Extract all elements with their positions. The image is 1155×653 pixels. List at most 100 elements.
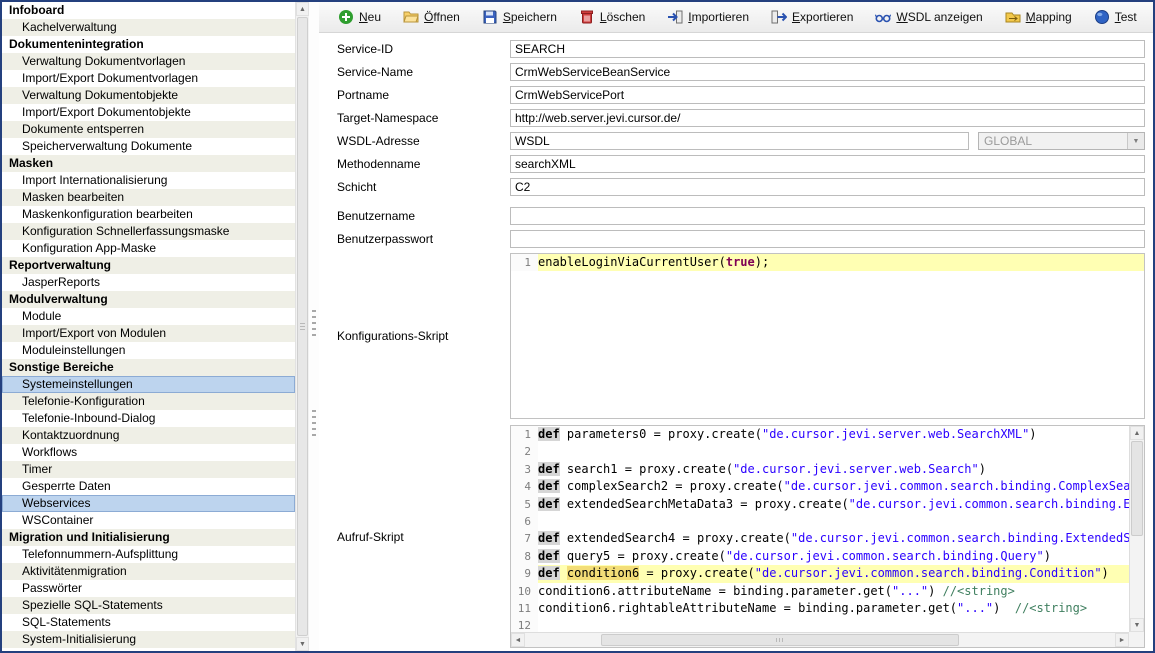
sidebar-item-telefonnummern-aufsplittung[interactable]: Telefonnummern-Aufsplittung [2,546,295,563]
splitter-handle-icon [312,310,316,336]
sidebar-item-import-export-dokumentobjekte[interactable]: Import/Export Dokumentobjekte [2,104,295,121]
line-number: 1 [511,254,538,271]
line-number: 3 [511,461,538,478]
scroll-left-icon[interactable]: ◄ [511,633,525,647]
line-number: 2 [511,443,538,460]
scroll-up-icon[interactable]: ▲ [1130,426,1144,440]
scroll-down-icon[interactable]: ▼ [296,637,309,651]
sidebar-item-passwoerter[interactable]: Passwörter [2,580,295,597]
field-label-wsdl-adresse: WSDL-Adresse [337,132,510,150]
scroll-up-icon[interactable]: ▲ [296,2,309,16]
scrollbar-track[interactable] [296,16,309,637]
code-line: 1enableLoginViaCurrentUser(true); [511,254,1144,271]
sidebar-item-telefonie-konfiguration[interactable]: Telefonie-Konfiguration [2,393,295,410]
sidebar-item-timer[interactable]: Timer [2,461,295,478]
sidebar-item-modulverwaltung[interactable]: Modulverwaltung [2,291,295,308]
code-line: 11condition6.rightableAttributeName = bi… [511,600,1129,617]
sidebar-item-konfiguration-schnellerfassungsmaske[interactable]: Konfiguration Schnellerfassungsmaske [2,223,295,240]
sidebar-item-aktivitaetenmigration[interactable]: Aktivitätenmigration [2,563,295,580]
import-icon [667,9,683,25]
sidebar-item-dokumentenintegration[interactable]: Dokumentenintegration [2,36,295,53]
neu-button[interactable]: Neu [329,6,390,28]
new-icon [338,9,354,25]
sidebar-item-konfiguration-app-maske[interactable]: Konfiguration App-Maske [2,240,295,257]
sidebar-item-verwaltung-dokumentobjekte[interactable]: Verwaltung Dokumentobjekte [2,87,295,104]
code-text: def parameters0 = proxy.create("de.curso… [538,426,1129,443]
sidebar-item-masken-bearbeiten[interactable]: Masken bearbeiten [2,189,295,206]
sidebar-item-spezielle-sql-statements[interactable]: Spezielle SQL-Statements [2,597,295,614]
oeffnen-button[interactable]: Öffnen [394,6,469,28]
sidebar-item-telefonie-inbound-dialog[interactable]: Telefonie-Inbound-Dialog [2,410,295,427]
sidebar-splitter[interactable] [309,2,319,651]
sidebar-item-workflows[interactable]: Workflows [2,444,295,461]
wsdl-anzeigen-button[interactable]: WSDL anzeigen [866,6,991,28]
sidebar-item-system-initialisierung[interactable]: System-Initialisierung [2,631,295,648]
code-line: 8def query5 = proxy.create("de.cursor.je… [511,548,1129,565]
export-icon [771,9,787,25]
speichern-button[interactable]: Speichern [473,6,566,28]
sidebar-item-import-export-dokumentvorlagen[interactable]: Import/Export Dokumentvorlagen [2,70,295,87]
service-name-input[interactable] [510,63,1145,81]
chevron-down-icon[interactable]: ▼ [1127,133,1144,149]
code-text: def extendedSearch4 = proxy.create("de.c… [538,530,1129,547]
code-text: def query5 = proxy.create("de.cursor.jev… [538,548,1129,565]
service-id-row: Service-ID [337,40,1145,58]
scroll-down-icon[interactable]: ▼ [1130,618,1144,632]
portname-row: Portname [337,86,1145,104]
scroll-right-icon[interactable]: ► [1115,633,1129,647]
target-namespace-input[interactable] [510,109,1145,127]
mapping-button[interactable]: Mapping [996,6,1081,28]
wsdl-adresse-dropdown[interactable]: GLOBAL▼ [978,132,1145,150]
code-area[interactable]: 1def parameters0 = proxy.create("de.curs… [511,426,1129,632]
loeschen-button[interactable]: Löschen [570,6,654,28]
exportieren-button[interactable]: Exportieren [762,6,862,28]
code-text: def extendedSearchMetaData3 = proxy.crea… [538,496,1129,513]
sidebar-item-sonstige-bereiche[interactable]: Sonstige Bereiche [2,359,295,376]
sidebar-item-module[interactable]: Module [2,308,295,325]
line-number: 9 [511,565,538,582]
methodenname-input[interactable] [510,155,1145,173]
sidebar-item-gesperrte-daten[interactable]: Gesperrte Daten [2,478,295,495]
line-number: 8 [511,548,538,565]
sidebar: InfoboardKachelverwaltungDokumenteninteg… [2,2,309,651]
sidebar-item-import-internationalisierung[interactable]: Import Internationalisierung [2,172,295,189]
sidebar-item-maskenkonfiguration-bearbeiten[interactable]: Maskenkonfiguration bearbeiten [2,206,295,223]
importieren-button[interactable]: Importieren [658,6,758,28]
schicht-input[interactable] [510,178,1145,196]
sidebar-item-wscontainer[interactable]: WSContainer [2,512,295,529]
sidebar-item-sql-statements[interactable]: SQL-Statements [2,614,295,631]
sidebar-item-systemeinstellungen[interactable]: Systemeinstellungen [2,376,295,393]
test-button[interactable]: Test [1085,6,1146,28]
sidebar-item-kachelverwaltung[interactable]: Kachelverwaltung [2,19,295,36]
konfigurations-skript-editor[interactable]: 1enableLoginViaCurrentUser(true); [510,253,1145,419]
sidebar-item-reportverwaltung[interactable]: Reportverwaltung [2,257,295,274]
sidebar-item-infoboard[interactable]: Infoboard [2,2,295,19]
sidebar-scrollbar[interactable]: ▲ ▼ [295,2,309,651]
portname-input[interactable] [510,86,1145,104]
scrollbar-thumb[interactable] [297,17,308,636]
scrollbar-thumb[interactable] [601,634,959,646]
sidebar-item-migration-und-initialisierung[interactable]: Migration und Initialisierung [2,529,295,546]
field-label-methodenname: Methodenname [337,155,510,173]
sidebar-item-speicherverwaltung-dokumente[interactable]: Speicherverwaltung Dokumente [2,138,295,155]
sidebar-item-kontaktzuordnung[interactable]: Kontaktzuordnung [2,427,295,444]
wsdl-adresse-input[interactable] [510,132,969,150]
sidebar-item-jasperreports[interactable]: JasperReports [2,274,295,291]
code-line: 5def extendedSearchMetaData3 = proxy.cre… [511,496,1129,513]
aufruf-skript-editor[interactable]: 1def parameters0 = proxy.create("de.curs… [510,425,1145,648]
code-text: def complexSearch2 = proxy.create("de.cu… [538,478,1129,495]
sidebar-item-webservices[interactable]: Webservices [2,495,295,512]
sidebar-item-masken[interactable]: Masken [2,155,295,172]
sidebar-item-dokumente-entsperren[interactable]: Dokumente entsperren [2,121,295,138]
editor-horizontal-scrollbar[interactable]: ◄ ► [511,632,1129,647]
sidebar-item-moduleinstellungen[interactable]: Moduleinstellungen [2,342,295,359]
sidebar-item-import-export-von-modulen[interactable]: Import/Export von Modulen [2,325,295,342]
benutzername-input[interactable] [510,207,1145,225]
sidebar-item-verwaltung-dokumentvorlagen[interactable]: Verwaltung Dokumentvorlagen [2,53,295,70]
scrollbar-thumb[interactable] [1131,441,1143,536]
open-folder-icon [403,9,419,25]
code-area[interactable]: 1enableLoginViaCurrentUser(true); [511,254,1144,418]
benutzerpasswort-input[interactable] [510,230,1145,248]
service-id-input[interactable] [510,40,1145,58]
editor-vertical-scrollbar[interactable]: ▲ ▼ [1129,426,1144,632]
